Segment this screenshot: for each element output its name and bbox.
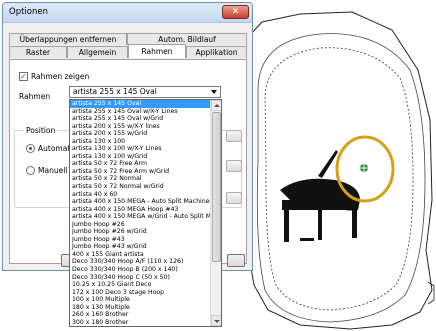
dropdown-option[interactable]: artista 255 x 145 Oval (70, 100, 211, 108)
show-frame-label: Rahmen zeigen (31, 72, 90, 81)
dropdown-option[interactable]: artista 255 x 145 Oval w/Grid (70, 115, 211, 123)
scroll-up-icon[interactable] (211, 100, 221, 111)
tab-raster[interactable]: Raster (9, 46, 67, 58)
help-button[interactable] (227, 254, 245, 267)
dropdown-option[interactable]: 400 x 155 Giant artista (70, 251, 211, 259)
dropdown-option[interactable]: Deco 330/340 Hoop C (50 x 50) (70, 274, 211, 282)
dropdown-option[interactable]: artista 130 x 100 w/Grid (70, 153, 211, 161)
frame-select[interactable]: artista 255 x 145 Oval (69, 86, 221, 98)
tab-rahmen[interactable]: Rahmen (128, 44, 186, 58)
dropdown-option[interactable]: artista 130 x 100 (70, 138, 211, 146)
dropdown-option[interactable]: artista 400 x 150 MEGA - Auto Split Mach… (70, 198, 211, 206)
dropdown-option[interactable]: 180 x 130 Multiple (70, 304, 211, 312)
close-button[interactable]: ✕ (222, 5, 249, 19)
tab-allgemein[interactable]: Allgemein (67, 46, 128, 58)
dropdown-option[interactable]: artista 40 x 60 (70, 191, 211, 199)
dialog-titlebar: Optionen ✕ (3, 3, 252, 23)
dropdown-option[interactable]: artista 50 x 72 Free Arm (70, 160, 211, 168)
manual-radio[interactable] (26, 166, 35, 175)
dropdown-option[interactable]: Deco 330/340 Hoop A/F (110 x 126) (70, 258, 211, 266)
dropdown-option[interactable]: artista 50 x 72 Normal (70, 175, 211, 183)
scroll-thumb[interactable] (212, 112, 221, 262)
manual-label: Manuell (38, 166, 68, 175)
dropdown-option[interactable]: Deco 330/340 Hoop B (200 x 140) (70, 266, 211, 274)
dropdown-option[interactable]: artista 400 x 150 MEGA w/Grid - Auto Spl… (70, 213, 211, 221)
dropdown-option[interactable]: 300 x 180 Brother (70, 319, 211, 326)
dropdown-option[interactable]: artista 200 x 155 w/X-Y lines (70, 123, 211, 131)
auto-radio[interactable] (26, 144, 35, 153)
dropdown-option[interactable]: 172 x 100 Deco 3 stage Hoop (70, 289, 211, 297)
frame-dropdown-list[interactable]: artista 255 x 145 Oval artista 255 x 145 … (69, 99, 222, 327)
tab-row-bottom: Raster Allgemein Rahmen Applikation (9, 44, 247, 58)
position-label: Position (24, 126, 58, 135)
frame-label: Rahmen (19, 92, 51, 101)
scroll-down-icon[interactable] (211, 315, 221, 326)
chevron-down-icon (211, 90, 217, 94)
dropdown-option[interactable]: 10.25 x 10.25 Giant Deco (70, 281, 211, 289)
dropdown-option[interactable]: artista 200 x 155 w/Grid (70, 130, 211, 138)
dropdown-option[interactable]: 260 x 160 Brother (70, 311, 211, 319)
dropdown-option[interactable]: 100 x 100 Multiple (70, 296, 211, 304)
tab-ueberlappungen[interactable]: Überlappungen entfernen (9, 33, 127, 45)
dropdown-options: artista 255 x 145 Oval artista 255 x 145 … (70, 100, 211, 326)
position-button-3[interactable] (226, 192, 242, 204)
dropdown-option[interactable]: artista 50 x 72 Free Arm w/Grid (70, 168, 211, 176)
show-frame-checkbox[interactable]: ✓ (19, 72, 28, 81)
dropdown-option[interactable]: Jumbo Hoop #26 (70, 221, 211, 229)
dropdown-option[interactable]: Jumbo Hoop #43 (70, 236, 211, 244)
dropdown-option[interactable]: Jumbo Hoop #43 w/Grid (70, 243, 211, 251)
hoop-outline (237, 11, 433, 330)
dropdown-option[interactable]: artista 130 x 100 w/X-Y Lines (70, 145, 211, 153)
screen: Optionen ✕ Überlappungen entfernen Autom… (0, 0, 436, 331)
dropdown-option[interactable]: artista 50 x 72 Normal w/Grid (70, 183, 211, 191)
position-button-1[interactable] (226, 130, 242, 142)
hoop-inner-outline (256, 33, 426, 323)
dialog-title: Optionen (9, 7, 48, 17)
dropdown-option[interactable]: artista 255 x 145 Oval w/X-Y Lines (70, 108, 211, 116)
dropdown-option[interactable]: artista 400 x 150 MEGA Hoop #43 (70, 206, 211, 214)
frame-select-value: artista 255 x 145 Oval (73, 87, 157, 96)
tab-applikation[interactable]: Applikation (186, 46, 247, 58)
dropdown-scrollbar[interactable] (210, 100, 221, 326)
position-button-2[interactable] (226, 160, 242, 172)
dropdown-option[interactable]: Jumbo Hoop #26 w/Grid (70, 228, 211, 236)
